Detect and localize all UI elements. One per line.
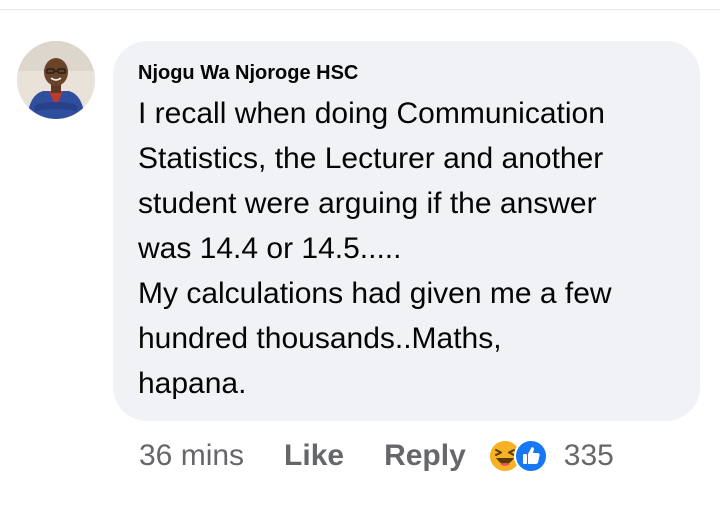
reaction-count: 335 xyxy=(563,439,614,472)
comment-text-line: hundred thousands..Maths, xyxy=(138,322,502,355)
comment-actions: 36 mins Like Reply 335 xyxy=(139,434,614,478)
avatar-image xyxy=(17,41,95,119)
like-icon xyxy=(513,439,548,473)
comment-text-line: I recall when doing Communication xyxy=(138,97,605,130)
comment-timestamp[interactable]: 36 mins xyxy=(139,439,244,473)
reaction-icons xyxy=(487,439,550,473)
comment-text-line: was 14.4 or 14.5..... xyxy=(138,232,402,265)
reactions-summary[interactable]: 335 xyxy=(487,439,614,473)
comment-screen: Njogu Wa Njoroge HSC I recall when doing… xyxy=(0,0,720,508)
comment-text-line: hapana. xyxy=(138,367,247,400)
reply-button[interactable]: Reply xyxy=(384,439,466,473)
comment-author[interactable]: Njogu Wa Njoroge HSC xyxy=(138,62,358,85)
comment-text-line: student were arguing if the answer xyxy=(138,187,597,220)
avatar[interactable] xyxy=(17,41,95,119)
comment-text-line: My calculations had given me a few xyxy=(138,277,612,310)
like-button[interactable]: Like xyxy=(284,439,344,473)
comment-text: I recall when doing Communication Statis… xyxy=(138,91,690,406)
comment-text-line: Statistics, the Lecturer and another xyxy=(138,142,604,175)
divider xyxy=(0,9,720,10)
